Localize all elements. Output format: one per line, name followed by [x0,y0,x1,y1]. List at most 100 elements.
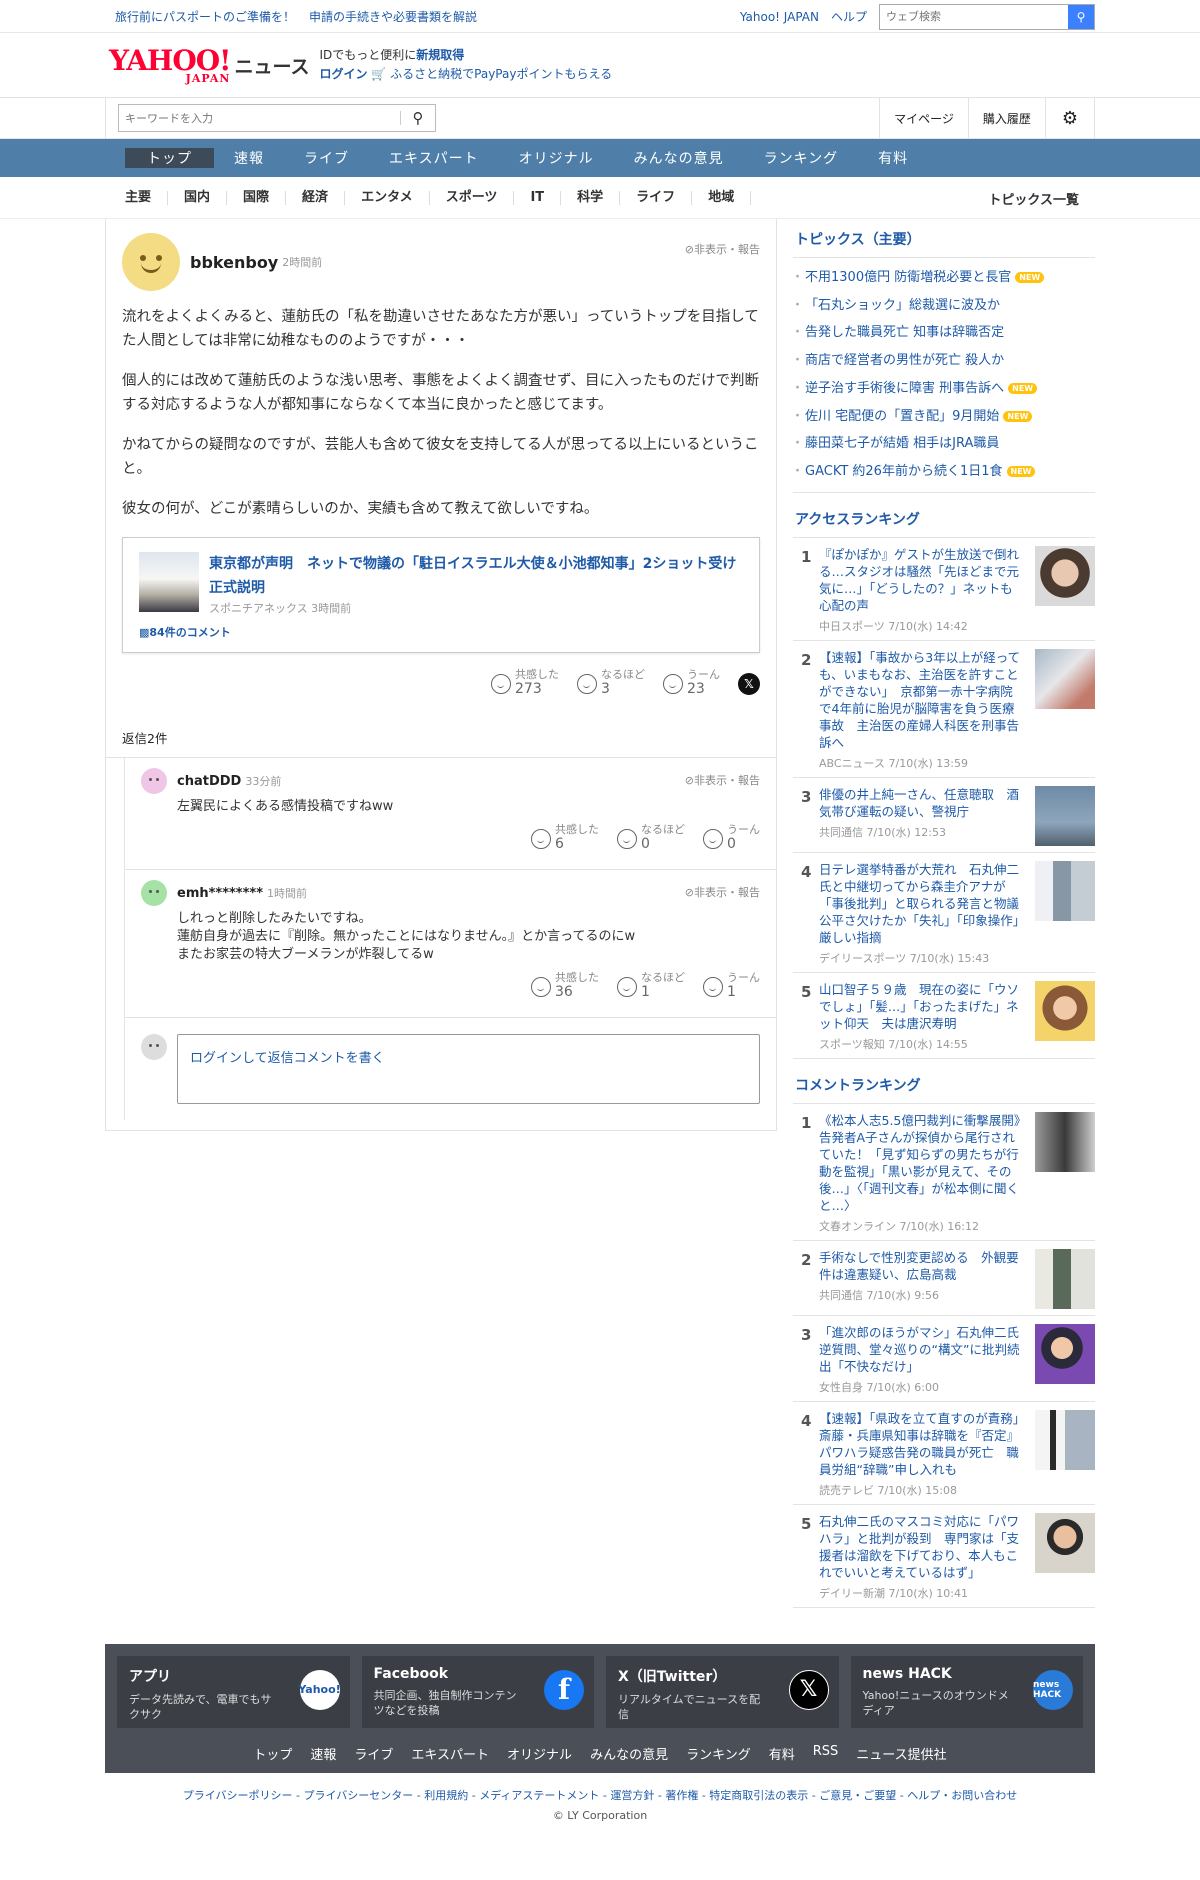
new-badge: NEW [1015,272,1045,283]
cat-it[interactable]: IT [514,191,562,205]
article-card[interactable]: 東京都が声明 ネットで物議の「駐日イスラエル大使＆小池都知事」2ショット受け正式… [122,537,760,653]
new-badge: NEW [1008,382,1038,394]
footer-link[interactable]: ライブ [354,1744,393,1763]
report-link[interactable]: ⊘非表示・報告 [685,241,760,257]
cat-science[interactable]: 科学 [561,191,621,205]
cat-local[interactable]: 地域 [692,191,752,205]
promo-text-1[interactable]: 旅行前にパスポートのご準備を！ [115,10,295,24]
topic-item[interactable]: 藤田菜七子が結婚 相手はJRA職員 [791,430,1095,458]
indeed-button[interactable]: なるほど 0 [617,824,685,853]
footer-link[interactable]: トップ [253,1744,292,1763]
legal-links[interactable]: プライバシーポリシー - プライバシーセンター - 利用規約 - メディアステー… [0,1787,1200,1803]
cat-life[interactable]: ライフ [620,191,693,205]
id-promo-text: IDでもっと便利に [319,48,417,62]
footer-link[interactable]: 有料 [769,1744,795,1763]
ranking-item[interactable]: 2 手術なしで性別変更認める 外観要件は違憲疑い、広島高裁 共同通信 7/10(水)… [793,1241,1095,1316]
report-link[interactable]: ⊘非表示・報告 [685,772,760,788]
topic-item[interactable]: 逆子治す手術後に障害 刑事告訴へNEW [791,375,1095,403]
topic-item[interactable]: 「石丸ショック」総裁選に波及か [791,292,1095,320]
mypage-link[interactable]: マイページ [879,98,968,138]
topics-list: 不用1300億円 防衛増税必要と長官NEW 「石丸ショック」総裁選に波及か 告発… [791,258,1095,493]
reply-user[interactable]: chatDDD [177,774,241,789]
empathy-button[interactable]: 共感した 6 [531,824,599,853]
report-link[interactable]: ⊘非表示・報告 [685,884,760,900]
comment-ranking-heading[interactable]: コメントランキング [793,1065,1095,1104]
reply-input[interactable]: ログインして返信コメントを書く [177,1034,760,1104]
nav-live[interactable]: ライブ [284,148,369,168]
nav-expert[interactable]: エキスパート [369,148,499,168]
cat-sports[interactable]: スポーツ [430,191,515,205]
x-share-icon[interactable]: 𝕏 [738,672,760,695]
ranking-item[interactable]: 5 石丸伸二氏のマスコミ対応に「パワハラ」と批判が殺到 専門家は「支援者は溜飲を下… [793,1505,1095,1608]
footer-link[interactable]: 速報 [310,1744,336,1763]
ranking-item[interactable]: 5 山口智子５９歳 現在の姿に「ウソでしょ」「髪…」「おったまげた」ネット仰天 夫… [793,973,1095,1059]
footer-link[interactable]: RSS [813,1744,839,1763]
cat-entertainment[interactable]: エンタメ [345,191,430,205]
footer-card-facebook[interactable]: Facebook 共同企画、独自制作コンテンツなどを投稿 f [361,1655,594,1728]
topic-item[interactable]: 佐川 宅配便の「置き配」9月開始NEW [791,403,1095,431]
cat-major[interactable]: 主要 [105,191,169,205]
hmm-button[interactable]: うーん 0 [703,824,760,853]
nav-paid[interactable]: 有料 [858,148,928,168]
nav-opinions[interactable]: みんなの意見 [614,148,744,168]
gear-icon[interactable]: ⚙ [1044,98,1094,138]
topic-item[interactable]: 告発した職員死亡 知事は辞職否定 [791,319,1095,347]
purchase-history-link[interactable]: 購入履歴 [967,98,1045,138]
footer-link[interactable]: ランキング [686,1744,751,1763]
ranking-item[interactable]: 3 「進次郎のほうがマシ」石丸伸二氏 逆質問、堂々巡りの“構文”に批判続出「不快な… [793,1316,1095,1402]
topic-item[interactable]: GACKT 約26年前から続く1日1食NEW [791,458,1095,486]
web-search-input[interactable] [880,4,1068,29]
yahoo-news-logo[interactable]: YAHOO! JAPAN ニュース [109,46,310,84]
search-icon[interactable]: ⚲ [1068,4,1094,29]
cat-economy[interactable]: 経済 [286,191,346,205]
topics-list-link[interactable]: トピックス一覧 [988,189,1079,208]
indeed-button[interactable]: なるほど 1 [617,972,685,1001]
empathy-button[interactable]: 共感した 273 [491,669,559,698]
reply-user[interactable]: emh******** [177,886,263,901]
footer-link[interactable]: ニュース提供社 [856,1744,946,1763]
nav-original[interactable]: オリジナル [499,148,614,168]
cat-international[interactable]: 国際 [227,191,287,205]
comment-user[interactable]: bbkenboy [190,253,278,272]
topic-item[interactable]: 不用1300億円 防衛増税必要と長官NEW [791,264,1095,292]
ranking-item[interactable]: 2 【速報】「事故から3年以上が経っても、いまもなお、主治医を許すことができない」… [793,641,1095,778]
footer-link[interactable]: オリジナル [507,1744,572,1763]
nav-top[interactable]: トップ [125,148,214,168]
help-link[interactable]: ヘルプ [831,8,867,25]
ranking-item[interactable]: 1 『ぽかぽか』ゲストが生放送で倒れる…スタジオは騒然「先ほどまで元気に…」「どう… [793,538,1095,641]
footer-card-app[interactable]: アプリ データ先読みで、電車でもサクサク Yahoo! [117,1655,350,1728]
footer-card-newshack[interactable]: news HACK Yahoo!ニュースのオウンドメディア news HACK [850,1655,1083,1728]
access-ranking-heading[interactable]: アクセスランキング [793,499,1095,538]
register-link[interactable]: 新規取得 [416,48,464,62]
furusato-link[interactable]: ふるさと納税でPayPayポイントもらえる [390,67,612,81]
nav-flash[interactable]: 速報 [214,148,284,168]
topic-item[interactable]: 商店で経営者の男性が死亡 殺人か [791,347,1095,375]
footer-link[interactable]: みんなの意見 [590,1744,668,1763]
ranking-thumbnail [1035,1111,1095,1172]
indeed-button[interactable]: なるほど 3 [577,669,645,698]
article-comment-count[interactable]: ▩84件のコメント [139,624,743,640]
login-link[interactable]: ログイン [320,67,368,81]
yahoo-japan-link[interactable]: Yahoo! JAPAN [740,10,819,24]
hmm-button[interactable]: うーん 1 [703,972,760,1001]
comment-paragraph: 流れをよくよくみると、蓮舫氏の「私を勘違いさせたあなた方が悪い」っていうトップを… [122,309,759,349]
ranking-item[interactable]: 4 日テレ選挙特番が大荒れ 石丸伸二氏と中継切ってから森圭介アナが「事後批判」と取… [793,853,1095,973]
site-header: YAHOO! JAPAN ニュース IDでもっと便利に新規取得 ログイン 🛒 ふる… [0,33,1200,97]
topics-heading[interactable]: トピックス（主要） [793,219,1095,258]
ranking-item[interactable]: 4 【速報】「県政を立て直すのが責務」斎藤・兵庫県知事は辞職を『否定』 パワハラ疑… [793,1402,1095,1505]
article-title[interactable]: 東京都が声明 ネットで物議の「駐日イスラエル大使＆小池都知事」2ショット受け正式… [209,552,743,600]
promo-text-2[interactable]: 申請の手続きや必要書類を解説 [309,10,477,24]
cat-domestic[interactable]: 国内 [168,191,228,205]
search-icon[interactable]: ⚲ [401,109,435,127]
promo-link[interactable]: 旅行前にパスポートのご準備を！ 申請の手続きや必要書類を解説 [115,8,491,25]
footer-card-x[interactable]: X（旧Twitter） リアルタイムでニュースを配信 𝕏 [606,1655,839,1728]
keyword-input[interactable] [119,111,400,125]
hmm-button[interactable]: うーん 23 [663,669,720,698]
footer-link[interactable]: エキスパート [411,1744,489,1763]
smile-icon [531,829,551,849]
empathy-button[interactable]: 共感した 36 [531,972,599,1001]
ranking-item[interactable]: 1 《松本人志5.5億円裁判に衝撃展開》告発者A子さんが探偵から尾行されていた！「… [793,1104,1095,1241]
nav-ranking[interactable]: ランキング [744,148,859,168]
ranking-item[interactable]: 3 俳優の井上純一さん、任意聴取 酒気帯び運転の疑い、警視庁 共同通信 7/10(水… [793,778,1095,853]
avatar [122,233,180,291]
